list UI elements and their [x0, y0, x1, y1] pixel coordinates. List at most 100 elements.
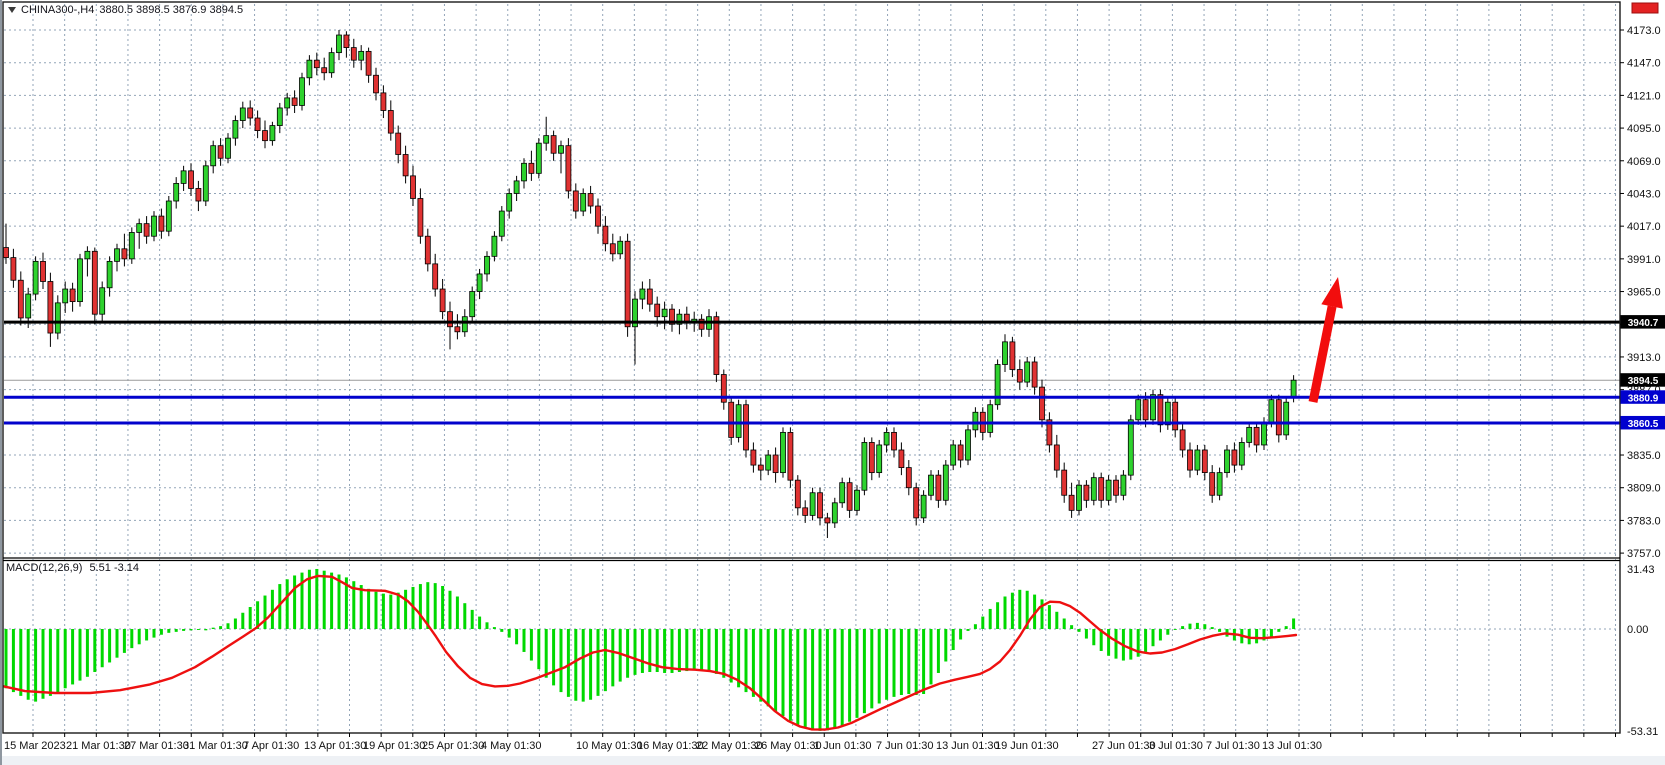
time-axis-label: 3 Jul 01:30	[1149, 740, 1203, 752]
price-axis-label: 4095.0	[1627, 123, 1661, 135]
time-axis-label: 27 Jun 01:30	[1092, 740, 1156, 752]
top-right-marker-icon[interactable]	[1632, 3, 1658, 13]
candle-bull	[166, 201, 171, 231]
candle-bear	[1032, 362, 1037, 387]
candle-bear	[1069, 495, 1074, 510]
candle-bear	[714, 317, 719, 375]
candle-bear	[1254, 427, 1259, 445]
candle-bear	[455, 327, 460, 332]
price-tag-label: 3880.9	[1628, 393, 1659, 404]
candle-bull	[640, 289, 645, 299]
candle-bull	[832, 503, 837, 523]
candle-bull	[285, 98, 290, 108]
candle-bull	[63, 289, 68, 303]
candle-bear	[803, 508, 808, 516]
candle-bull	[766, 455, 771, 470]
candle-bull	[522, 163, 527, 181]
candle-bull	[233, 121, 238, 139]
candle-bear	[440, 289, 445, 312]
candle-bear	[11, 258, 16, 281]
candle-bear	[1054, 445, 1059, 470]
price-axis-label: 3809.0	[1627, 483, 1661, 495]
time-axis-label: 19 Apr 01:30	[363, 740, 425, 752]
candle-bear	[958, 445, 963, 460]
candle-bull	[1121, 475, 1126, 495]
candle-bull	[115, 249, 120, 262]
candle-bear	[314, 60, 319, 68]
candle-bull	[781, 432, 786, 472]
price-axis: 4173.04147.04121.04095.04069.04043.04017…	[1620, 25, 1665, 738]
candle-bear	[396, 133, 401, 154]
candle-bear	[351, 48, 356, 61]
candle-bear	[122, 249, 127, 259]
price-axis-label: 4147.0	[1627, 58, 1661, 70]
candle-bull	[462, 317, 467, 332]
candle-bear	[1040, 387, 1045, 420]
candle-bull	[174, 183, 179, 201]
candle-bear	[1099, 478, 1104, 501]
candle-bear	[92, 251, 97, 314]
macd-axis-label: 31.43	[1627, 564, 1655, 576]
candle-bear	[1202, 450, 1207, 473]
candle-bull	[1262, 422, 1267, 445]
macd-axis-label: -53.31	[1627, 726, 1658, 738]
time-axis-label: 7 Jul 01:30	[1206, 740, 1260, 752]
candle-bull	[492, 236, 497, 256]
candle-bear	[625, 241, 630, 327]
candle-bear	[892, 432, 897, 450]
time-axis-label: 19 Jun 01:30	[995, 740, 1059, 752]
candle-bear	[448, 312, 453, 327]
horizontal-lines	[4, 322, 1620, 423]
trend-arrow	[1313, 277, 1343, 402]
price-axis-label: 4043.0	[1627, 188, 1661, 200]
candle-bear	[1276, 400, 1281, 435]
candle-bull	[85, 251, 90, 259]
time-axis-label: 7 Apr 01:30	[243, 740, 299, 752]
candle-bull	[1128, 420, 1133, 475]
candle-bear	[588, 193, 593, 206]
candle-bear	[1143, 400, 1148, 420]
candle-bull	[107, 261, 112, 287]
candle-bull	[1225, 450, 1230, 473]
price-axis-label: 4121.0	[1627, 90, 1661, 102]
candle-bear	[159, 216, 164, 231]
candle-bull	[78, 259, 83, 302]
candle-bear	[1062, 470, 1067, 495]
candle-bear	[388, 110, 393, 133]
candle-bull	[877, 445, 882, 473]
chart-dropdown-icon[interactable]	[8, 7, 16, 13]
candle-bear	[248, 108, 253, 118]
time-axis-label: 10 May 01:30	[576, 740, 643, 752]
candle-bull	[203, 166, 208, 201]
candle-bull	[810, 493, 815, 516]
macd-name: MACD(12,26,9)	[6, 562, 82, 574]
time-axis-label: 27 Mar 01:30	[124, 740, 189, 752]
macd-values: 5.51 -3.14	[89, 562, 139, 574]
candle-bear	[70, 289, 75, 302]
price-axis-label: 4173.0	[1627, 25, 1661, 37]
macd-indicator-label: MACD(12,26,9) 5.51 -3.14	[6, 562, 143, 574]
candle-bull	[1195, 450, 1200, 470]
candle-bull	[329, 53, 334, 73]
symbol-title: CHINA300-,H4 3880.5 3898.5 3876.9 3894.5	[8, 4, 243, 16]
candle-bear	[566, 146, 571, 191]
candle-bull	[951, 445, 956, 465]
macd-panel	[4, 569, 1296, 731]
candle-bull	[536, 143, 541, 173]
candle-bull	[544, 136, 549, 144]
candle-bear	[1010, 342, 1015, 370]
candle-bull	[929, 475, 934, 495]
candle-bear	[684, 314, 689, 322]
candle-bear	[847, 483, 852, 511]
time-axis-label: 31 Mar 01:30	[183, 740, 248, 752]
candle-bear	[374, 75, 379, 93]
candle-bull	[1091, 478, 1096, 501]
candle-bear	[425, 236, 430, 264]
price-axis-label: 3757.0	[1627, 548, 1661, 560]
time-axis-label: 22 May 01:30	[696, 740, 763, 752]
chart-canvas[interactable]: 4173.04147.04121.04095.04069.04043.04017…	[0, 0, 1665, 765]
candle-bull	[307, 60, 312, 78]
candle-bear	[196, 188, 201, 201]
symbol-text: CHINA300-,H4	[21, 4, 94, 16]
candle-bear	[729, 402, 734, 437]
